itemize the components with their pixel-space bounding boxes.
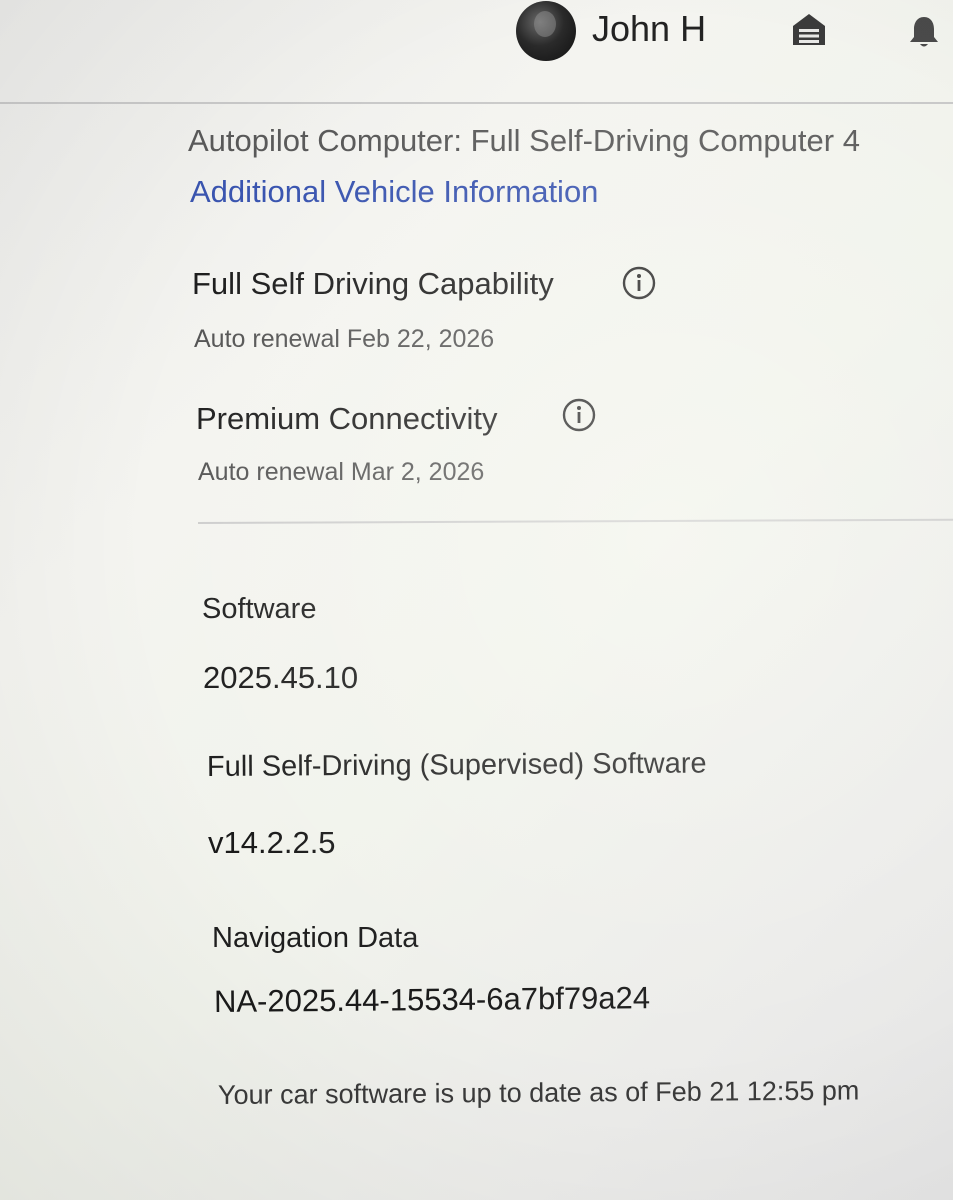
user-avatar[interactable] <box>516 1 576 61</box>
user-name[interactable]: John H <box>592 8 706 50</box>
software-label: Software <box>202 593 317 625</box>
top-bar: John H <box>0 0 953 104</box>
fsd-capability-renewal: Auto renewal Feb 22, 2026 <box>194 325 495 353</box>
info-icon[interactable] <box>562 398 596 432</box>
autopilot-computer-text: Autopilot Computer: Full Self-Driving Co… <box>188 123 860 158</box>
navigation-data-label: Navigation Data <box>212 922 419 954</box>
fsd-capability-title: Full Self Driving Capability <box>192 266 554 301</box>
bell-icon[interactable] <box>906 14 942 50</box>
additional-vehicle-info-link[interactable]: Additional Vehicle Information <box>190 174 598 210</box>
premium-connectivity-title: Premium Connectivity <box>196 401 498 436</box>
premium-connectivity-renewal: Auto renewal Mar 2, 2026 <box>198 458 485 486</box>
software-version: 2025.45.10 <box>203 660 359 695</box>
garage-icon[interactable] <box>790 10 828 48</box>
fsd-software-version: v14.2.2.5 <box>208 825 336 860</box>
navigation-data-version: NA-2025.44-15534-6a7bf79a24 <box>213 980 651 1019</box>
avatar-silhouette <box>534 11 556 37</box>
software-update-status: Your car software is up to date as of Fe… <box>217 1075 860 1110</box>
section-divider <box>197 518 953 524</box>
info-icon[interactable] <box>622 266 656 300</box>
fsd-software-label: Full Self-Driving (Supervised) Software <box>206 747 707 783</box>
header-divider <box>0 102 953 104</box>
